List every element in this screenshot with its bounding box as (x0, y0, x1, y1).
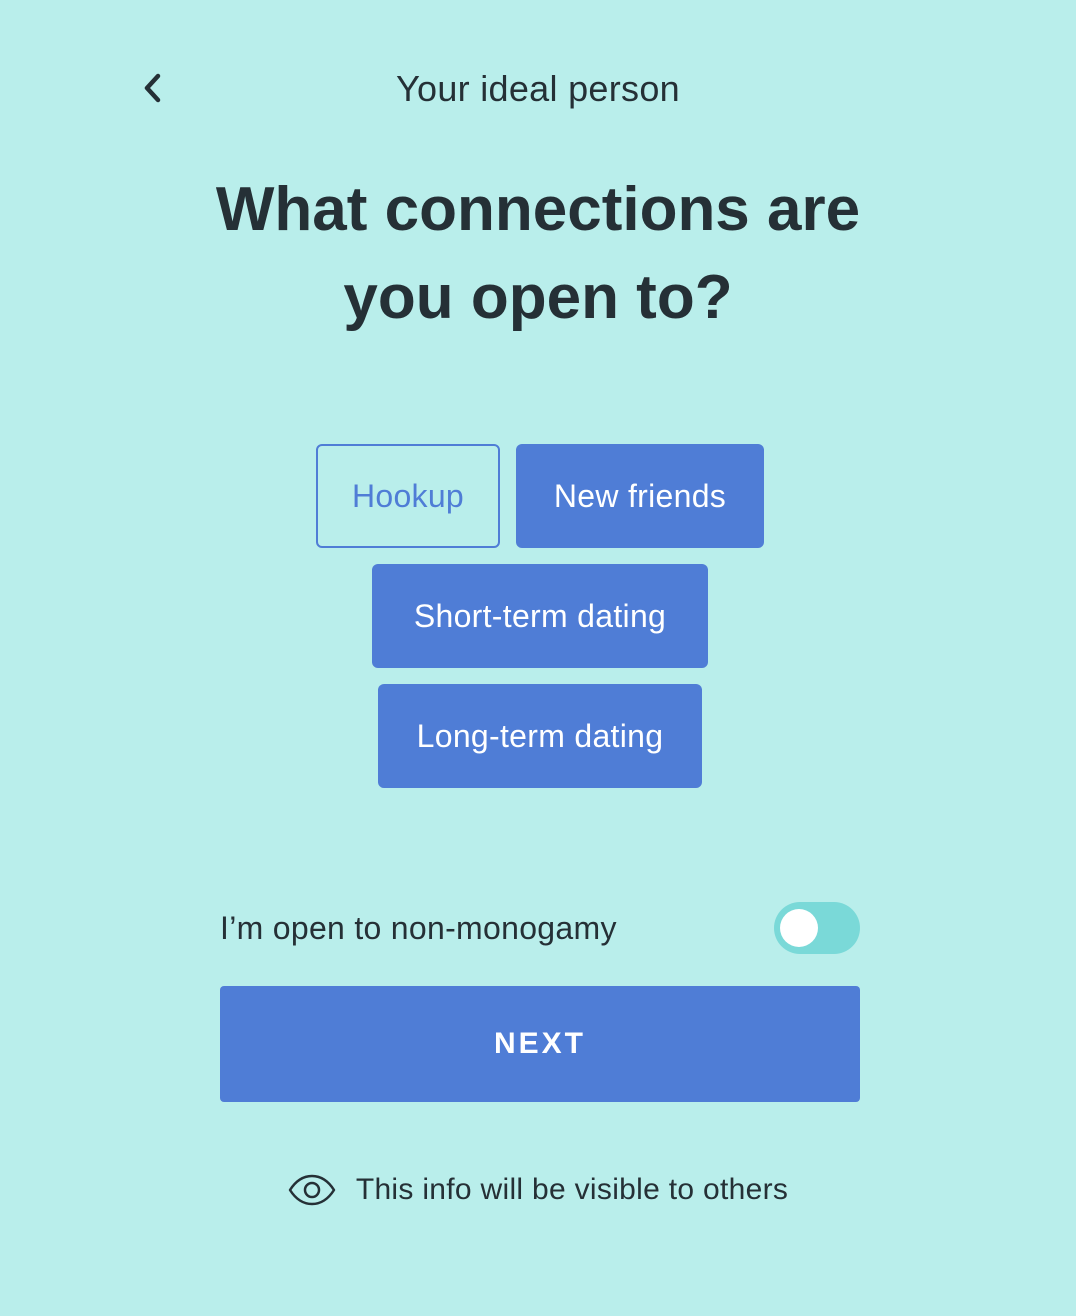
toggle-knob (780, 909, 818, 947)
page-title: Your ideal person (396, 68, 680, 109)
non-monogamy-label: I’m open to non-monogamy (220, 910, 617, 946)
option-hookup[interactable]: Hookup (316, 444, 500, 548)
next-button[interactable]: NEXT (220, 986, 860, 1102)
question-line-2: you open to? (343, 263, 733, 332)
option-short-term-dating[interactable]: Short-term dating (372, 564, 708, 668)
non-monogamy-toggle[interactable] (774, 902, 860, 954)
question-heading: What connections are you open to? (160, 166, 916, 342)
option-new-friends[interactable]: New friends (516, 444, 764, 548)
question-line-1: What connections are (215, 175, 861, 244)
header: Your ideal person (0, 60, 1076, 120)
non-monogamy-row: I’m open to non-monogamy (220, 900, 860, 958)
eye-icon (288, 1174, 336, 1206)
visibility-text: This info will be visible to others (355, 1173, 789, 1206)
option-long-term-dating[interactable]: Long-term dating (378, 684, 702, 788)
visibility-note: This info will be visible to others (0, 1166, 1076, 1214)
